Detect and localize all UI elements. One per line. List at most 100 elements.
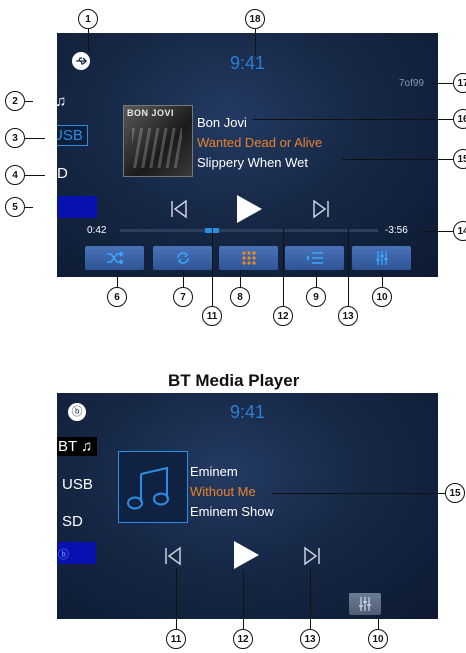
keypad-icon	[241, 251, 256, 265]
callout-line-3	[25, 138, 45, 139]
callout-line-7	[183, 270, 184, 287]
next-track-button[interactable]	[309, 197, 333, 221]
callout-17: 17	[453, 73, 466, 93]
play-button[interactable]	[229, 539, 261, 571]
music-note-icon: ♫	[81, 438, 93, 455]
callout-11-bt: 11	[166, 629, 186, 649]
clock: 9:41	[229, 402, 266, 422]
keypad-button[interactable]	[219, 246, 278, 270]
shuffle-button[interactable]	[85, 246, 144, 270]
callout-line-12-bt	[243, 570, 244, 629]
callout-line-8	[240, 270, 241, 287]
callout-line-15	[342, 159, 453, 160]
callout-15-bt: 15	[445, 483, 465, 503]
callout-line-14	[422, 231, 453, 232]
previous-track-icon	[171, 199, 187, 219]
callout-7: 7	[173, 287, 193, 307]
callout-2: 2	[5, 91, 25, 111]
callout-10-bt: 10	[368, 629, 388, 649]
callout-1: 1	[78, 9, 98, 29]
equalizer-button[interactable]	[349, 593, 381, 615]
callout-line-1	[88, 29, 89, 51]
next-track-icon	[304, 546, 320, 566]
bt-media-screen: ⓑ 9:41 BT ♫ USB SD ⓑ Eminem Without Me E…	[57, 393, 438, 619]
playlist-button[interactable]	[285, 246, 344, 270]
bt-player-title: BT Media Player	[168, 371, 300, 390]
callout-13-bt: 13	[300, 629, 320, 649]
callout-line-5	[25, 207, 33, 208]
elapsed-time: 0:42	[87, 225, 107, 236]
source-sd[interactable]: SD	[62, 513, 83, 530]
callout-18: 18	[245, 9, 265, 29]
callout-3: 3	[5, 128, 25, 148]
track-count: 7of99	[398, 78, 424, 89]
next-track-button[interactable]	[300, 544, 324, 568]
callout-4: 4	[5, 165, 25, 185]
callout-line-11	[212, 228, 213, 306]
album-art-placeholder	[118, 451, 188, 523]
source-usb[interactable]: USB	[62, 476, 93, 493]
callout-line-9	[316, 270, 317, 287]
bluetooth-icon: ⓑ	[58, 549, 69, 561]
callout-9: 9	[306, 287, 326, 307]
callout-14: 14	[453, 221, 466, 241]
repeat-icon	[176, 252, 189, 264]
callout-line-6	[117, 270, 118, 287]
source-bt[interactable]: BT ♫	[57, 93, 66, 110]
callout-12: 12	[273, 306, 293, 326]
progress-bar[interactable]	[120, 228, 378, 233]
source-bt[interactable]: BT ♫	[57, 437, 98, 456]
callout-6: 6	[107, 287, 127, 307]
callout-line-13-bt	[310, 568, 311, 629]
next-track-icon	[313, 199, 329, 219]
album-art: BON JOVI	[123, 105, 193, 177]
album-art-texture	[132, 128, 182, 168]
bluetooth-button[interactable]: ⓑ	[57, 542, 96, 564]
source-usb[interactable]: USB	[57, 125, 88, 146]
source-bt-label: BT	[58, 438, 77, 455]
callout-16: 16	[453, 109, 466, 129]
song-title: Wanted Dead or Alive	[197, 135, 323, 150]
callout-line-4	[25, 175, 45, 176]
album-art-band-name: BON JOVI	[127, 108, 175, 118]
artist-name: Bon Jovi	[197, 115, 247, 130]
callout-line-2	[25, 101, 33, 102]
callout-13: 13	[338, 306, 358, 326]
music-album-icon	[127, 466, 169, 510]
play-button[interactable]	[232, 193, 264, 225]
playlist-icon	[306, 252, 323, 264]
callout-11: 11	[202, 306, 222, 326]
usb-media-screen: 9:41 7of99 BT ♫ USB SD ⓑ BON JOVI Bon Jo…	[57, 33, 438, 277]
equalizer-icon	[359, 597, 371, 611]
callout-line-11-bt	[176, 568, 177, 629]
remaining-time: -3:56	[385, 225, 408, 236]
play-icon	[237, 195, 262, 223]
callout-line-13	[348, 228, 349, 306]
equalizer-button[interactable]	[352, 246, 411, 270]
equalizer-icon	[375, 251, 388, 265]
callout-line-17	[432, 83, 453, 84]
artist-name: Eminem	[190, 464, 238, 479]
music-note-icon: ♫	[57, 93, 67, 110]
callout-5: 5	[5, 197, 25, 217]
callout-line-12	[283, 228, 284, 306]
callout-10: 10	[372, 287, 392, 307]
shuffle-icon	[106, 252, 123, 264]
clock: 9:41	[229, 53, 266, 73]
album-name: Slippery When Wet	[197, 155, 309, 170]
callout-line-18	[255, 29, 256, 55]
previous-track-button[interactable]	[161, 544, 185, 568]
callout-15: 15	[453, 149, 466, 169]
previous-track-button[interactable]	[167, 197, 191, 221]
callout-8: 8	[230, 287, 250, 307]
callout-12-bt: 12	[233, 629, 253, 649]
callout-line-15-bt	[272, 493, 445, 494]
callout-line-10-bt	[378, 615, 379, 629]
bluetooth-button[interactable]: ⓑ	[57, 196, 97, 218]
callout-line-10	[382, 270, 383, 287]
previous-track-icon	[165, 546, 181, 566]
song-title: Without Me	[190, 484, 256, 499]
source-sd[interactable]: SD	[57, 165, 68, 182]
album-name: Eminem Show	[190, 504, 274, 519]
repeat-button[interactable]	[153, 246, 212, 270]
